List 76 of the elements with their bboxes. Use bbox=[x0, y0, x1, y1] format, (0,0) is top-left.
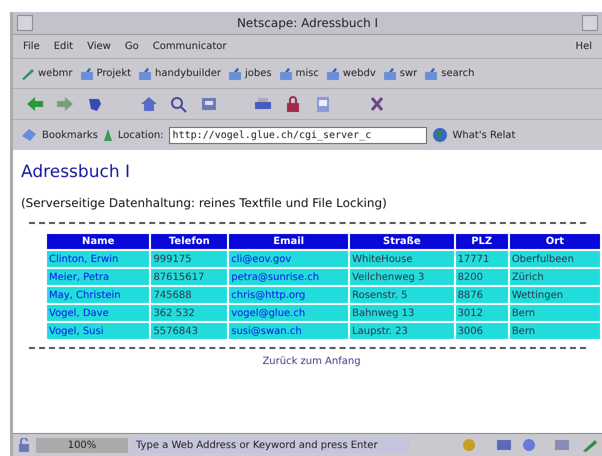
status-message: Type a Web Address or Keyword and press Enter bbox=[132, 438, 410, 452]
bookmark-item[interactable]: webdv bbox=[326, 68, 376, 80]
url-field[interactable]: http://vogel.glue.ch/cgi_server_c bbox=[168, 126, 427, 144]
table-link-cell[interactable]: susi@swan.ch bbox=[229, 323, 348, 339]
menu-item[interactable]: View bbox=[87, 41, 111, 52]
table-cell: Bahnweg 13 bbox=[350, 305, 454, 321]
table-link-cell[interactable]: Vogel, Dave bbox=[47, 305, 150, 321]
table-link-cell[interactable]: May, Christein bbox=[47, 287, 150, 303]
table-link-cell[interactable]: petra@sunrise.ch bbox=[229, 269, 348, 285]
bookmark-item[interactable]: search bbox=[424, 68, 474, 80]
table-link-cell[interactable]: vogel@glue.ch bbox=[229, 305, 348, 321]
table-cell: Zürich bbox=[510, 269, 600, 285]
column-header: Straße bbox=[350, 234, 454, 249]
location-label: Location: bbox=[118, 130, 164, 140]
bookmark-item[interactable]: Projekt bbox=[80, 68, 132, 80]
window-menu-button[interactable] bbox=[17, 15, 33, 31]
table-cell: Veilchenweg 3 bbox=[350, 269, 454, 285]
column-header: Email bbox=[229, 234, 348, 249]
menu-item[interactable]: Hel bbox=[576, 41, 592, 52]
table-link-cell[interactable]: Meier, Petra bbox=[47, 269, 150, 285]
table-link-cell[interactable]: Clinton, Erwin bbox=[47, 251, 150, 267]
bookmark-item[interactable]: jobes bbox=[228, 68, 272, 80]
related-label[interactable]: What's Relat bbox=[452, 130, 516, 140]
folder-icon bbox=[138, 68, 152, 80]
page-heading: Adressbuch I bbox=[21, 162, 130, 182]
table-cell: 3006 bbox=[456, 323, 508, 339]
home-icon[interactable] bbox=[139, 95, 159, 113]
table-cell: Rosenstr. 5 bbox=[350, 287, 454, 303]
table-cell: Bern bbox=[510, 323, 600, 339]
folder-icon bbox=[278, 68, 293, 80]
bookmarks-label[interactable]: Bookmarks bbox=[42, 130, 98, 140]
globe-icon[interactable] bbox=[432, 127, 448, 143]
back-to-top-link[interactable]: Zurück zum Anfang bbox=[262, 356, 361, 367]
folder-icon bbox=[424, 68, 438, 80]
table-cell: 3012 bbox=[456, 305, 508, 321]
table-cell: 87615617 bbox=[151, 269, 228, 285]
pen-icon bbox=[21, 68, 35, 80]
bookmark-item[interactable]: webmr bbox=[21, 68, 73, 80]
table-cell: Wettingen bbox=[510, 287, 600, 303]
bookmark-item[interactable]: handybuilder bbox=[138, 68, 221, 80]
window-title: Netscape: Adressbuch I bbox=[236, 16, 380, 30]
menu-item[interactable]: Go bbox=[124, 41, 139, 52]
table-cell: 999175 bbox=[151, 251, 228, 267]
column-header: Name bbox=[47, 234, 150, 249]
folder-icon bbox=[326, 68, 340, 80]
table-link-cell[interactable]: chris@http.org bbox=[229, 287, 348, 303]
bookmark-item[interactable]: misc bbox=[278, 68, 319, 80]
folder-icon bbox=[80, 68, 94, 80]
column-header: Telefon bbox=[151, 234, 228, 249]
table-cell: 362 532 bbox=[151, 305, 228, 321]
bookmark-item[interactable]: swr bbox=[382, 68, 418, 80]
table-cell: WhiteHouse bbox=[350, 251, 454, 267]
progress-text: 100% bbox=[36, 438, 128, 452]
table-link-cell[interactable]: Vogel, Susi bbox=[47, 323, 150, 339]
table-cell: 8200 bbox=[456, 269, 508, 285]
table-cell: Bern bbox=[510, 305, 600, 321]
table-cell: 745688 bbox=[151, 287, 228, 303]
column-header: Ort bbox=[510, 234, 600, 249]
column-header: PLZ bbox=[456, 234, 508, 249]
back-icon[interactable] bbox=[25, 95, 45, 113]
menu-item[interactable]: File bbox=[23, 41, 40, 52]
menu-item[interactable]: Edit bbox=[54, 41, 74, 52]
page-subtitle: (Serverseitige Datenhaltung: reines Textfile und File Locking) bbox=[21, 196, 387, 210]
forward-icon[interactable] bbox=[55, 95, 75, 113]
menu-item[interactable]: Communicator bbox=[152, 41, 227, 52]
search-icon[interactable] bbox=[169, 95, 189, 113]
folder-icon bbox=[382, 68, 397, 80]
table-cell: Laupstr. 23 bbox=[350, 323, 454, 339]
lock-icon[interactable] bbox=[16, 438, 32, 452]
minimize-button[interactable] bbox=[582, 15, 598, 31]
folder-icon bbox=[228, 68, 242, 80]
table-link-cell[interactable]: cli@eov.gov bbox=[229, 251, 348, 267]
table-cell: Oberfulbeen bbox=[510, 251, 600, 267]
table-cell: 8876 bbox=[456, 287, 508, 303]
table-cell: 17771 bbox=[456, 251, 508, 267]
table-cell: 5576843 bbox=[151, 323, 228, 339]
